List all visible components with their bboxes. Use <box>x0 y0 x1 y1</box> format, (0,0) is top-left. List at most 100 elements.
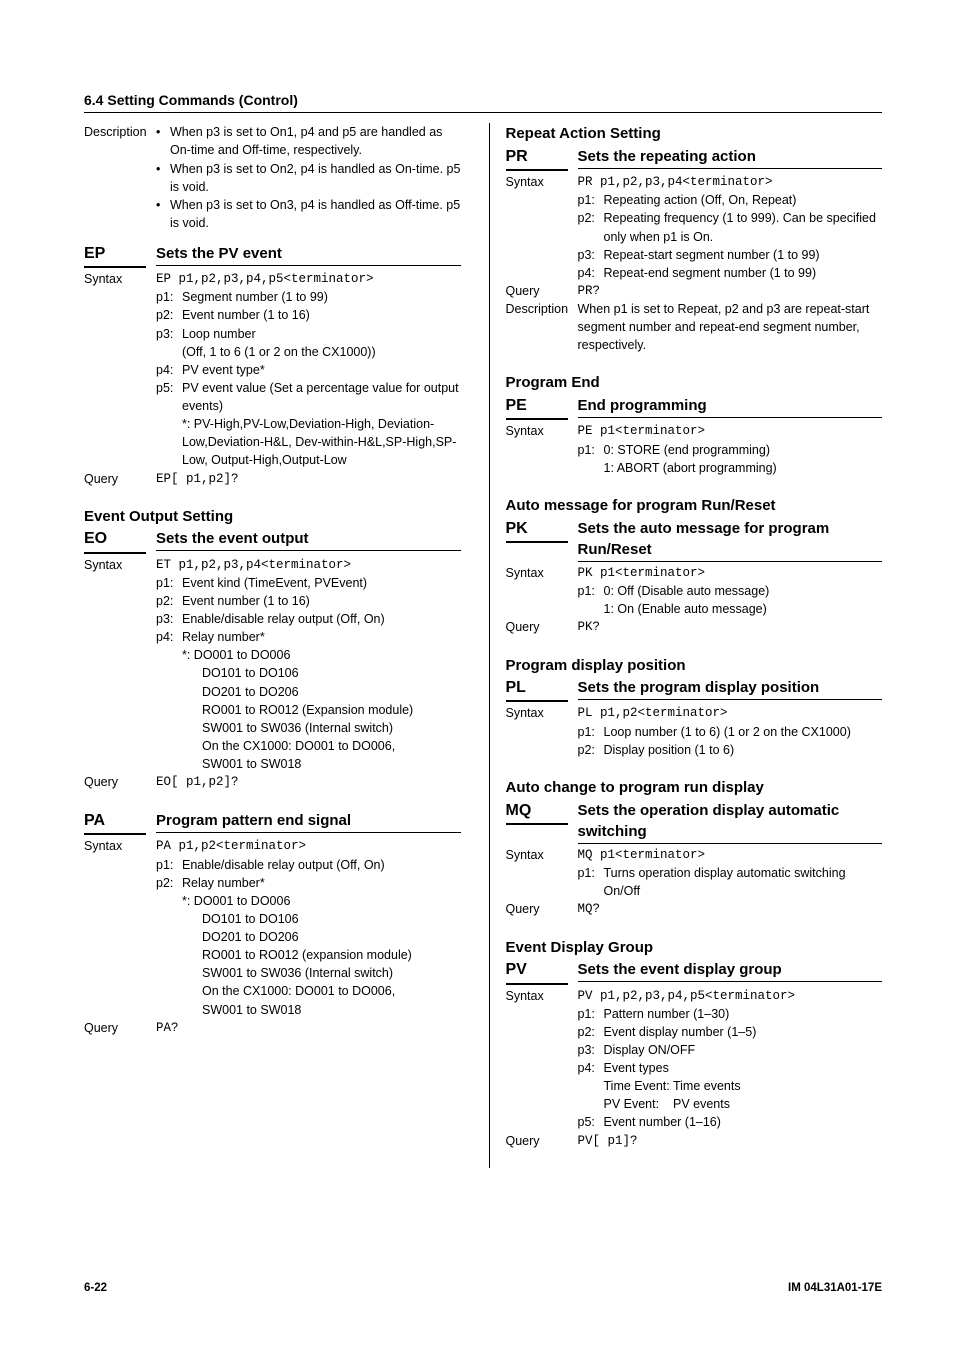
syntax-text: EP p1,p2,p3,p4,p5<terminator> <box>156 270 461 288</box>
syntax-label: Syntax <box>506 846 578 864</box>
syntax-label: Syntax <box>84 837 156 855</box>
doc-id: IM 04L31A01-17E <box>788 1280 882 1297</box>
desc-bullet: When p3 is set to On2, p4 is handled as … <box>170 160 461 196</box>
param-key: p1: <box>578 191 604 209</box>
left-column: Description •When p3 is set to On1, p4 a… <box>84 123 461 1167</box>
syntax-label: Syntax <box>506 173 578 191</box>
syntax-text: ET p1,p2,p3,p4<terminator> <box>156 556 461 574</box>
query-label: Query <box>506 282 578 300</box>
param-star-line: SW001 to SW036 (Internal switch) <box>156 964 461 982</box>
param-key: p1: <box>156 574 182 592</box>
query-label: Query <box>506 1132 578 1150</box>
super-title-pr: Repeat Action Setting <box>506 123 883 145</box>
param-star-line: DO101 to DO106 <box>156 664 461 682</box>
param-text: Segment number (1 to 99) <box>182 288 461 306</box>
syntax-text: PR p1,p2,p3,p4<terminator> <box>578 173 883 191</box>
description-block: Description •When p3 is set to On1, p4 a… <box>84 123 461 232</box>
param-text: 1: On (Enable auto message) <box>578 600 883 618</box>
param-text: Event types <box>604 1059 883 1077</box>
syntax-label: Syntax <box>84 270 156 288</box>
query-label: Query <box>506 618 578 636</box>
param-key: p2: <box>578 209 604 227</box>
cmd-pk: Auto message for program Run/Reset PK Se… <box>506 495 883 637</box>
param-key: p4: <box>578 1059 604 1077</box>
cmd-title-eo: Sets the event output <box>156 528 461 551</box>
param-key: p3: <box>156 610 182 628</box>
param-extra: Time Event: Time events <box>578 1077 883 1095</box>
cmd-pl: Program display position PL Sets the pro… <box>506 655 883 759</box>
param-key: p4: <box>578 264 604 282</box>
cmd-pa: PA Program pattern end signal Syntax PA … <box>84 809 461 1037</box>
cmd-code-ep: EP <box>84 242 146 268</box>
param-text: Event number (1–16) <box>604 1113 883 1131</box>
super-title-pk: Auto message for program Run/Reset <box>506 495 883 517</box>
super-title-pv: Event Display Group <box>506 937 883 959</box>
param-key: p4: <box>156 628 182 646</box>
cmd-title-pe: End programming <box>578 395 883 418</box>
syntax-text: PE p1<terminator> <box>578 422 883 440</box>
param-text: Repeating frequency (1 to 999). Can be s… <box>604 209 883 245</box>
param-key: p3: <box>156 325 182 343</box>
super-title-mq: Auto change to program run display <box>506 777 883 799</box>
syntax-label: Syntax <box>506 422 578 440</box>
param-text: Relay number* <box>182 874 461 892</box>
param-text: 0: STORE (end programming) <box>604 441 883 459</box>
syntax-label: Syntax <box>506 564 578 582</box>
param-text: Enable/disable relay output (Off, On) <box>182 856 461 874</box>
param-key: p5: <box>578 1113 604 1131</box>
param-text: Event kind (TimeEvent, PVEvent) <box>182 574 461 592</box>
param-text: Repeating action (Off, On, Repeat) <box>604 191 883 209</box>
param-key: p1: <box>578 1005 604 1023</box>
query-text: PK? <box>578 618 883 636</box>
section-header: 6.4 Setting Commands (Control) <box>84 90 882 113</box>
cmd-title-pa: Program pattern end signal <box>156 810 461 833</box>
param-text: Display ON/OFF <box>604 1041 883 1059</box>
desc-label: Description <box>506 300 578 318</box>
super-title-eo: Event Output Setting <box>84 506 461 528</box>
param-key: p2: <box>578 741 604 759</box>
cmd-title-pv: Sets the event display group <box>578 959 883 982</box>
param-key: p2: <box>156 874 182 892</box>
param-star: *: DO001 to DO006 <box>156 892 461 910</box>
query-label: Query <box>84 773 156 791</box>
param-star-line: SW001 to SW018 <box>156 1001 461 1019</box>
page-footer: 6-22 IM 04L31A01-17E <box>84 1280 882 1297</box>
param-text: PV event type* <box>182 361 461 379</box>
cmd-title-mq: Sets the operation display automatic swi… <box>578 800 883 845</box>
cmd-code-mq: MQ <box>506 799 568 825</box>
cmd-title-pk: Sets the auto message for program Run/Re… <box>578 518 883 563</box>
query-text: PV[ p1]? <box>578 1132 883 1150</box>
query-label: Query <box>84 1019 156 1037</box>
cmd-pv: Event Display Group PV Sets the event di… <box>506 937 883 1150</box>
syntax-label: Syntax <box>84 556 156 574</box>
param-key: p1: <box>156 288 182 306</box>
cmd-code-pk: PK <box>506 517 568 543</box>
cmd-mq: Auto change to program run display MQ Se… <box>506 777 883 919</box>
param-star-line: DO201 to DO206 <box>156 928 461 946</box>
param-text: Pattern number (1–30) <box>604 1005 883 1023</box>
param-star: *: DO001 to DO006 <box>156 646 461 664</box>
cmd-code-pa: PA <box>84 809 146 835</box>
param-text: Repeat-end segment number (1 to 99) <box>604 264 883 282</box>
syntax-label: Syntax <box>506 704 578 722</box>
syntax-text: PK p1<terminator> <box>578 564 883 582</box>
syntax-text: MQ p1<terminator> <box>578 846 883 864</box>
description-content: •When p3 is set to On1, p4 and p5 are ha… <box>156 123 461 232</box>
param-text: Loop number <box>182 325 461 343</box>
syntax-text: PL p1,p2<terminator> <box>578 704 883 722</box>
query-text: PA? <box>156 1019 461 1037</box>
query-label: Query <box>506 900 578 918</box>
param-star-line: On the CX1000: DO001 to DO006, <box>156 982 461 1000</box>
param-text: 1: ABORT (abort programming) <box>578 459 883 477</box>
param-text: Display position (1 to 6) <box>604 741 883 759</box>
cmd-pe: Program End PE End programming Syntax PE… <box>506 372 883 476</box>
query-text: EO[ p1,p2]? <box>156 773 461 791</box>
right-column: Repeat Action Setting PR Sets the repeat… <box>489 123 883 1167</box>
cmd-code-pe: PE <box>506 394 568 420</box>
param-key: p1: <box>578 723 604 741</box>
param-key: p1: <box>156 856 182 874</box>
param-star-line: On the CX1000: DO001 to DO006, <box>156 737 461 755</box>
desc-bullet: When p3 is set to On3, p4 is handled as … <box>170 196 461 232</box>
param-key: p1: <box>578 864 604 882</box>
syntax-label: Syntax <box>506 987 578 1005</box>
